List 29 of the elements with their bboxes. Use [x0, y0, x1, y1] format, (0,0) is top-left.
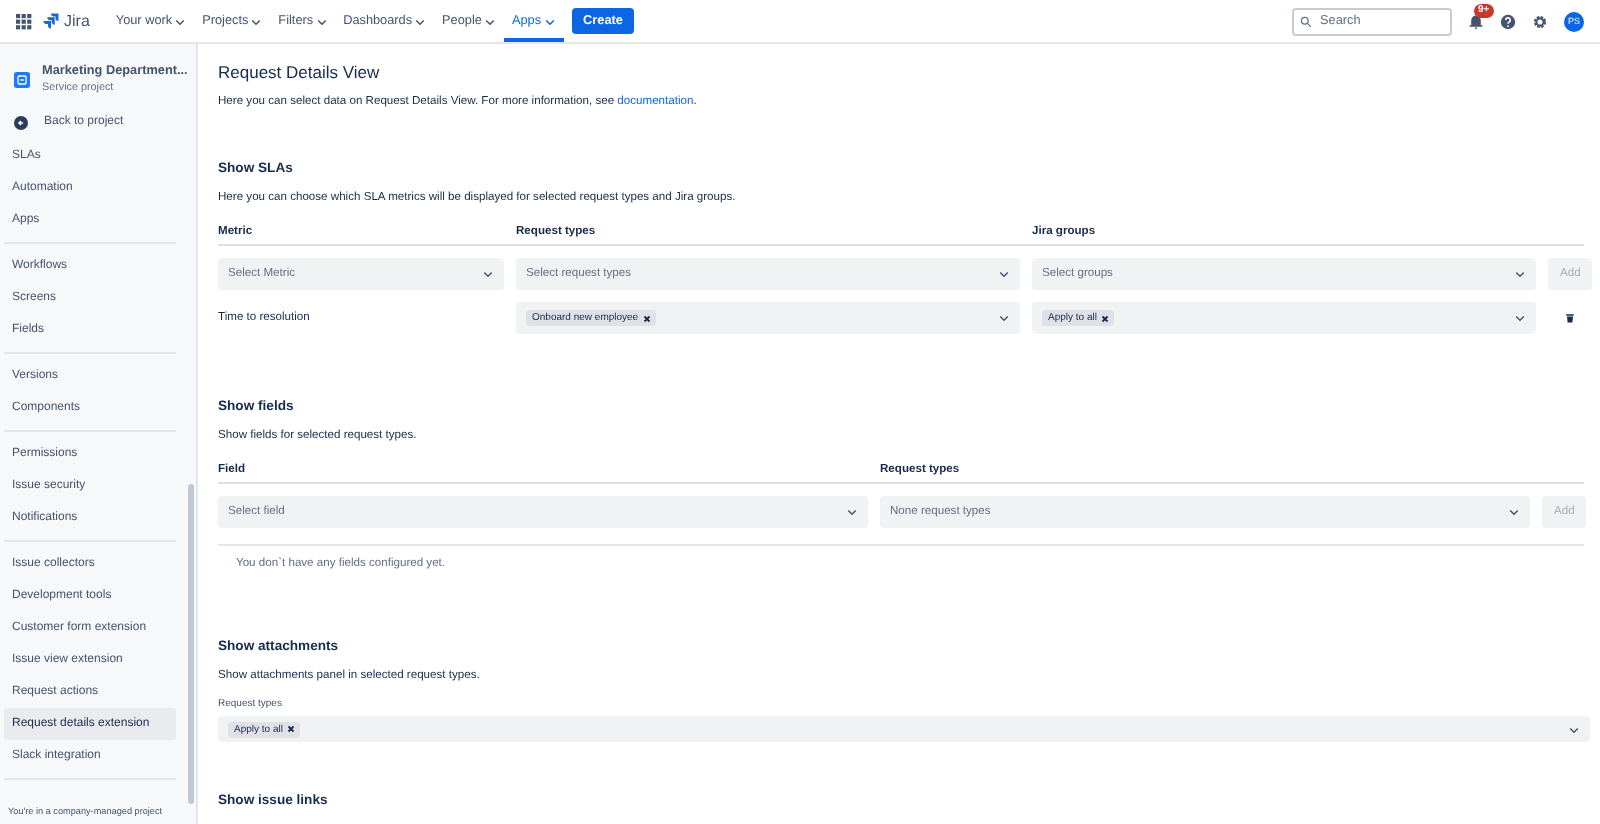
scrollbar[interactable]: [188, 484, 194, 804]
bell-icon[interactable]: [1468, 13, 1484, 29]
help-icon[interactable]: [1500, 13, 1516, 29]
back-arrow-icon: [14, 115, 28, 129]
chevron-down-icon: [315, 15, 328, 27]
chevron-down-icon: [543, 15, 556, 27]
chevron-down-icon: [1514, 312, 1526, 324]
chevron-down-icon: [482, 268, 494, 280]
chevron-down-icon: [483, 15, 496, 27]
app-grid-icon[interactable]: [16, 13, 32, 29]
trash-icon[interactable]: [1564, 312, 1576, 324]
project-avatar-icon[interactable]: [14, 71, 30, 87]
chevron-down-icon: [174, 15, 187, 27]
page-title: Request Details View: [218, 62, 382, 82]
chevron-down-icon: [1568, 723, 1580, 735]
remove-icon[interactable]: [1100, 313, 1111, 323]
product-name: Jira: [64, 12, 90, 30]
chevron-down-icon: [846, 506, 858, 518]
chevron-down-icon: [1514, 268, 1526, 280]
search-icon: [1300, 15, 1312, 27]
settings-icon[interactable]: [1532, 13, 1548, 29]
chevron-down-icon: [250, 15, 263, 27]
logo-icon[interactable]: [42, 12, 60, 30]
chevron-down-icon: [1508, 506, 1520, 518]
remove-icon[interactable]: [286, 724, 297, 734]
chevron-down-icon: [998, 312, 1010, 324]
chevron-down-icon: [998, 268, 1010, 280]
chevron-down-icon: [414, 15, 427, 27]
remove-icon[interactable]: [642, 313, 653, 323]
